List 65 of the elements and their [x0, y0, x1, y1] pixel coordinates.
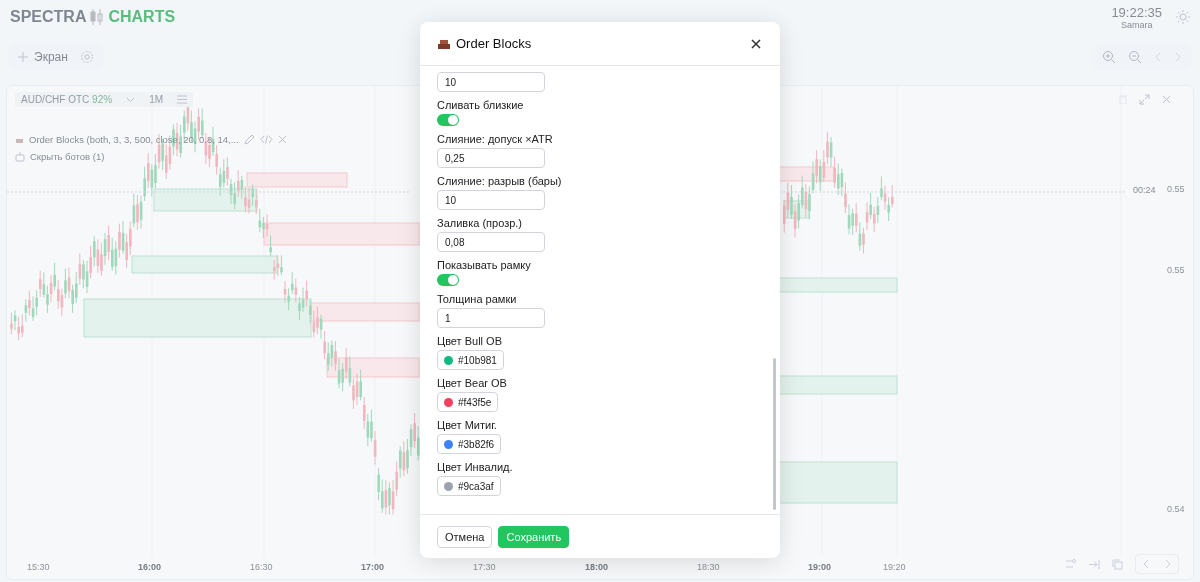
price-label: 0.54 — [1167, 504, 1185, 514]
field-label: Цвет Инвалид. — [437, 461, 513, 473]
jump-right-icon[interactable] — [1089, 559, 1100, 569]
dialog-title: Order Blocks — [456, 36, 533, 51]
field-label: Слияние: допуск ×ATR — [437, 133, 553, 145]
sun-icon[interactable] — [1176, 10, 1190, 24]
robot-icon — [15, 151, 25, 162]
field-label: Заливка (прозр.) — [437, 217, 522, 229]
time-label: 18:00 — [585, 562, 609, 572]
time-label: 19:00 — [808, 562, 832, 572]
settings-icon[interactable] — [79, 50, 94, 64]
field-label: Цвет Митиг. — [437, 419, 497, 431]
color-picker-button[interactable]: #10b981 — [437, 350, 504, 370]
time-label: 16:00 — [138, 562, 162, 572]
sliders-icon[interactable] — [1066, 559, 1077, 569]
brand-name: SPECTRA — [10, 8, 87, 26]
price-label: 0.55 — [1167, 184, 1185, 194]
price-label: 0.55 — [1167, 265, 1185, 275]
plus-icon — [18, 52, 28, 62]
color-picker-button[interactable]: #f43f5e — [437, 392, 499, 412]
menu-icon[interactable] — [177, 95, 188, 104]
number-field[interactable]: 0,08 — [437, 232, 545, 252]
field-label: Цвет Bear OB — [437, 377, 507, 389]
candles-logo-icon — [90, 8, 105, 26]
scrollbar-thumb[interactable] — [773, 358, 776, 510]
field-label: Показывать рамку — [437, 259, 531, 271]
chevron-right-icon[interactable] — [1164, 559, 1172, 569]
brick-icon — [437, 37, 451, 50]
time-label: 18:30 — [697, 562, 720, 572]
chevron-right-icon[interactable] — [1174, 52, 1182, 62]
zoom-out-icon[interactable] — [1128, 50, 1142, 64]
chevron-down-icon[interactable] — [126, 96, 136, 103]
zoom-in-icon[interactable] — [1102, 50, 1116, 64]
close-button[interactable] — [749, 36, 763, 51]
copy-icon[interactable] — [1112, 558, 1123, 570]
countdown-label: 00:24 — [1133, 185, 1156, 195]
time-label: 15:30 — [27, 562, 50, 572]
chevron-left-icon[interactable] — [1154, 52, 1162, 62]
toggle-switch[interactable] — [437, 114, 459, 126]
time-label: 19:20 — [883, 562, 906, 572]
number-field[interactable]: 10 — [437, 72, 545, 92]
number-field[interactable]: 10 — [437, 190, 545, 210]
color-picker-button[interactable]: #3b82f6 — [437, 434, 502, 454]
chevron-left-icon[interactable] — [1142, 559, 1150, 569]
close-icon[interactable] — [277, 135, 287, 144]
pencil-icon[interactable] — [243, 134, 255, 145]
field-label: Толщина рамки — [437, 293, 517, 305]
number-field[interactable]: 1 — [437, 308, 545, 328]
field-label: Слияние: разрыв (бары) — [437, 175, 562, 187]
city-name: Samara — [1120, 19, 1153, 30]
cancel-button[interactable]: Отмена — [437, 525, 493, 548]
toggle-switch[interactable] — [437, 274, 459, 286]
field-label: Сливать близкие — [437, 99, 524, 111]
color-picker-button[interactable]: #9ca3af — [437, 476, 501, 496]
number-field[interactable]: 0,25 — [437, 148, 545, 168]
expand-icon[interactable] — [1139, 94, 1150, 105]
clock-time: 19:22:35 — [1111, 4, 1162, 20]
close-icon — [751, 38, 761, 49]
time-label: 17:30 — [473, 562, 496, 572]
time-label: 16:30 — [250, 562, 273, 572]
close-icon[interactable] — [1162, 95, 1171, 104]
code-icon[interactable] — [259, 135, 273, 144]
brand-name: CHARTS — [108, 8, 176, 26]
time-label: 17:00 — [361, 562, 385, 572]
field-label: Цвет Bull OB — [437, 335, 502, 347]
